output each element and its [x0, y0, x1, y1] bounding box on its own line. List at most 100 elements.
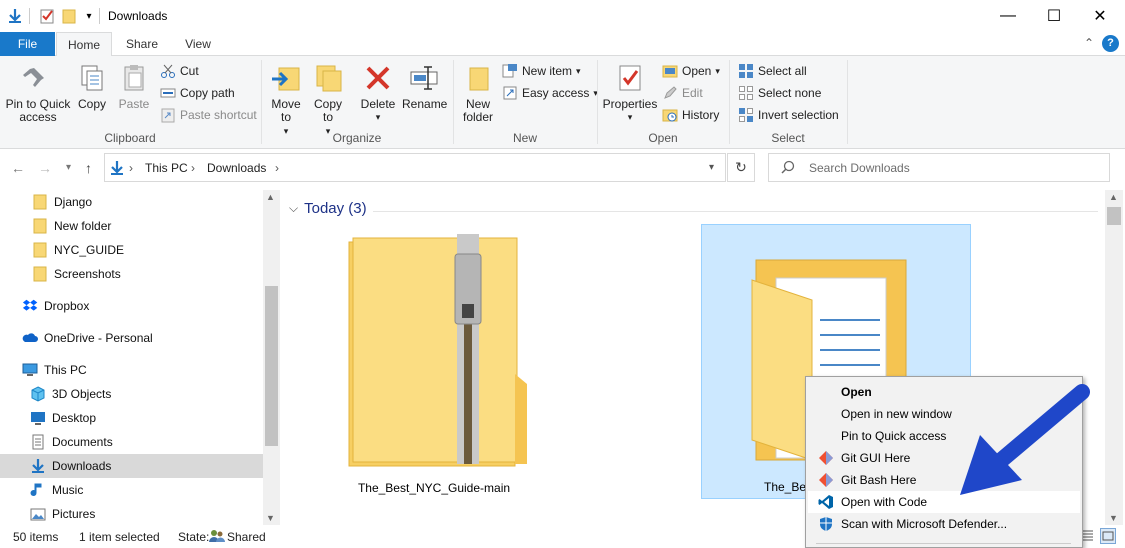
- nav-item-music[interactable]: Music: [0, 478, 263, 502]
- copy-to-button[interactable]: Copy to ▾: [310, 60, 346, 138]
- breadcrumb-this-pc[interactable]: This PC: [145, 161, 188, 175]
- search-placeholder: Search Downloads: [809, 161, 910, 175]
- organize-group-label: Organize: [332, 131, 382, 145]
- file-item-zip[interactable]: The_Best_NYC_Guide-main: [299, 224, 569, 499]
- delete-button[interactable]: Delete ▾: [358, 60, 398, 124]
- nav-item-desktop[interactable]: Desktop: [0, 406, 263, 430]
- back-arrow-icon[interactable]: ←: [11, 160, 25, 176]
- menu-item-scan-with-defender[interactable]: Scan with Microsoft Defender...: [808, 513, 1080, 535]
- copy-path-icon: [160, 85, 176, 101]
- group-header-today[interactable]: ⌵ Today (3): [289, 200, 367, 217]
- breadcrumb-downloads[interactable]: Downloads: [207, 161, 266, 175]
- zip-folder-icon: [348, 234, 527, 467]
- tab-view[interactable]: View: [172, 32, 224, 56]
- select-all-icon: [738, 63, 754, 79]
- scrollbar-thumb[interactable]: [1107, 207, 1121, 225]
- scroll-down-icon[interactable]: ▼: [266, 513, 275, 523]
- collapse-ribbon-icon[interactable]: ⌃: [1084, 36, 1094, 50]
- nav-item-this-pc[interactable]: This PC: [0, 358, 263, 382]
- this-pc-icon: [22, 362, 38, 378]
- content-scrollbar[interactable]: ▲ ▼: [1105, 190, 1123, 525]
- scroll-down-icon[interactable]: ▼: [1109, 513, 1118, 523]
- new-folder-quick-icon[interactable]: [60, 6, 78, 26]
- scroll-up-icon[interactable]: ▲: [266, 192, 275, 202]
- cut-button[interactable]: Cut: [160, 61, 199, 81]
- new-item-button[interactable]: New item ▾: [502, 61, 581, 81]
- move-to-icon: [272, 67, 300, 91]
- up-arrow-icon[interactable]: ↑: [85, 160, 92, 176]
- new-group-label: New: [512, 131, 537, 145]
- select-group: Select all Select none Invert selection …: [730, 56, 846, 149]
- onedrive-icon: [22, 330, 38, 346]
- rename-button[interactable]: Rename: [402, 60, 447, 111]
- nav-item-documents[interactable]: Documents: [0, 430, 263, 454]
- search-icon: [781, 160, 795, 177]
- ribbon-tabs: File Home Share View: [0, 32, 1125, 57]
- address-bar[interactable]: › This PC › Downloads › ▾: [104, 153, 726, 182]
- copy-button[interactable]: Copy: [74, 60, 110, 111]
- folder-icon: [32, 218, 48, 234]
- recent-locations-chevron-icon[interactable]: ▾: [66, 162, 71, 173]
- breadcrumb-separator[interactable]: ›: [129, 161, 133, 175]
- tab-file[interactable]: File: [0, 32, 55, 56]
- maximize-button[interactable]: ☐: [1031, 0, 1077, 32]
- item-count: 50 items: [13, 530, 59, 544]
- breadcrumb-separator[interactable]: ›: [275, 161, 279, 175]
- organize-group: Move to ▾ Copy to ▾ Delete ▾ Rename Orga…: [262, 56, 452, 149]
- move-to-button[interactable]: Move to ▾: [268, 60, 304, 138]
- invert-selection-button[interactable]: Invert selection: [738, 105, 839, 125]
- nav-item-dropbox[interactable]: Dropbox: [0, 294, 263, 318]
- search-box[interactable]: Search Downloads: [768, 153, 1110, 182]
- large-icons-view-icon[interactable]: [1100, 528, 1116, 544]
- tab-home[interactable]: Home: [56, 32, 112, 57]
- forward-arrow-icon[interactable]: →: [38, 160, 52, 176]
- refresh-button[interactable]: ↻: [727, 153, 755, 182]
- nav-item-new-folder[interactable]: New folder: [0, 214, 263, 238]
- nav-item-downloads[interactable]: Downloads: [0, 454, 263, 478]
- copy-path-button[interactable]: Copy path: [160, 83, 235, 103]
- navigation-pane-scrollbar[interactable]: ▲ ▼: [263, 190, 280, 525]
- properties-button[interactable]: Properties ▾: [602, 60, 658, 124]
- select-all-button[interactable]: Select all: [738, 61, 807, 81]
- copy-to-icon: [316, 65, 342, 92]
- customize-toolbar-icon[interactable]: ▾: [82, 6, 96, 26]
- git-gui-icon: [818, 450, 834, 466]
- history-button[interactable]: History: [662, 105, 719, 125]
- folder-icon: [32, 242, 48, 258]
- group-collapse-chevron-icon[interactable]: ⌵: [289, 201, 298, 216]
- refresh-icon: ↻: [735, 159, 747, 175]
- state-label: State:: [178, 530, 210, 544]
- annotation-arrow-icon: [960, 384, 1090, 495]
- properties-quick-icon[interactable]: [38, 6, 56, 26]
- tab-share[interactable]: Share: [116, 32, 168, 56]
- minimize-button[interactable]: —: [985, 0, 1031, 32]
- pin-to-quick-access-button[interactable]: Pin to Quick access: [4, 60, 72, 124]
- nav-item-3d-objects[interactable]: 3D Objects: [0, 382, 263, 406]
- title-bar: ▾ Downloads — ☐ ✕: [0, 0, 1125, 32]
- desktop-icon: [30, 410, 46, 426]
- 3d-objects-icon: [30, 386, 46, 402]
- nav-item-onedrive[interactable]: OneDrive - Personal: [0, 326, 263, 350]
- easy-access-button[interactable]: Easy access ▾: [502, 83, 598, 103]
- breadcrumb-separator[interactable]: ›: [191, 161, 195, 175]
- select-none-button[interactable]: Select none: [738, 83, 821, 103]
- open-folder-icon: [662, 63, 678, 79]
- edit-button[interactable]: Edit: [662, 83, 703, 103]
- address-history-chevron-icon[interactable]: ▾: [709, 162, 714, 173]
- paste-shortcut-icon: [160, 107, 176, 123]
- open-group-label: Open: [648, 131, 678, 145]
- scroll-up-icon[interactable]: ▲: [1109, 192, 1118, 202]
- nav-item-nyc-guide[interactable]: NYC_GUIDE: [0, 238, 263, 262]
- nav-item-screenshots[interactable]: Screenshots: [0, 262, 263, 286]
- help-icon[interactable]: ?: [1102, 35, 1119, 52]
- nav-item-pictures[interactable]: Pictures: [0, 502, 263, 525]
- nav-item-django[interactable]: Django: [0, 190, 263, 214]
- close-button[interactable]: ✕: [1077, 0, 1123, 32]
- quick-access-downloads-icon[interactable]: [6, 6, 24, 26]
- open-button[interactable]: Open ▾: [662, 61, 720, 81]
- paste-button[interactable]: Paste: [114, 60, 154, 111]
- scrollbar-thumb[interactable]: [265, 286, 278, 446]
- paste-shortcut-button[interactable]: Paste shortcut: [160, 105, 257, 125]
- file-name-label: The_Best_NYC_Guide-main: [357, 481, 511, 495]
- new-folder-button[interactable]: New folder: [458, 60, 498, 124]
